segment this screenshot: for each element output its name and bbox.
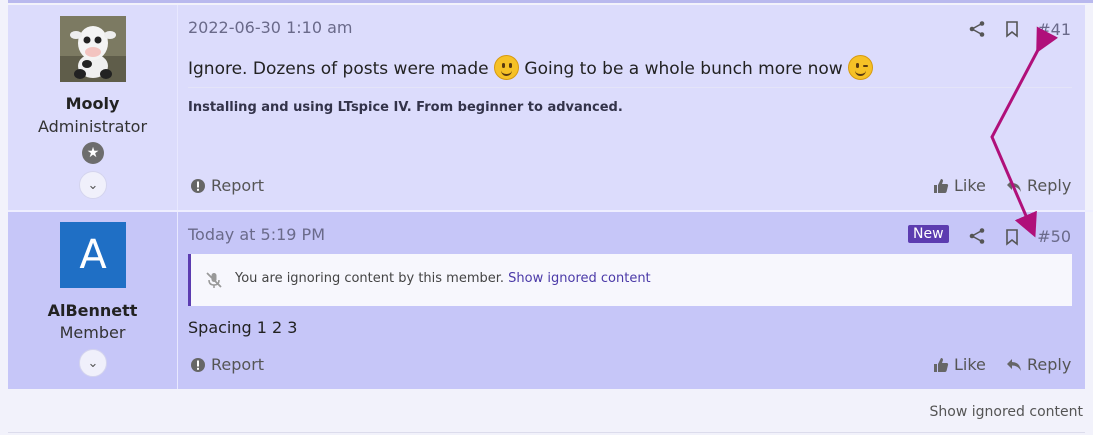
like-label: Like — [954, 355, 986, 374]
ignored-notice-text: You are ignoring content by this member.… — [235, 271, 651, 286]
post-number[interactable]: #41 — [1037, 20, 1071, 39]
chevron-down-icon[interactable]: ⌄ — [79, 171, 107, 199]
post-date[interactable]: 2022-06-30 1:10 am — [188, 18, 352, 37]
chevron-down-icon[interactable]: ⌄ — [79, 349, 107, 377]
post-50: A AlBennett Member ⌄ Today at 5:19 PM Ne… — [8, 212, 1085, 389]
bookmark-icon[interactable] — [1003, 228, 1021, 246]
new-badge: New — [908, 225, 949, 243]
post-41: Mooly Administrator ★ ⌄ 2022-06-30 1:10 … — [8, 5, 1085, 210]
message-body: Spacing 1 2 3 — [188, 318, 298, 337]
message-body: Ignore. Dozens of posts were made Going … — [188, 55, 874, 80]
report-label: Report — [211, 355, 265, 374]
thumbs-up-icon — [934, 357, 949, 372]
share-icon[interactable] — [968, 20, 986, 38]
mute-icon — [206, 272, 222, 288]
avatar[interactable] — [60, 16, 126, 82]
reply-icon — [1007, 358, 1021, 371]
reply-button[interactable]: Reply — [1006, 176, 1071, 195]
share-icon[interactable] — [968, 227, 986, 245]
ignored-notice: You are ignoring content by this member.… — [188, 254, 1072, 306]
ignored-message: You are ignoring content by this member. — [235, 271, 505, 286]
report-button[interactable]: Report — [190, 355, 264, 374]
message-text: Ignore. Dozens of posts were made — [188, 59, 495, 79]
reply-icon — [1007, 179, 1021, 192]
reply-label: Reply — [1027, 176, 1072, 195]
divider — [8, 432, 1085, 433]
report-label: Report — [211, 176, 265, 195]
post-number[interactable]: #50 — [1037, 227, 1071, 246]
bookmark-icon[interactable] — [1003, 20, 1021, 38]
message-text: Going to be a whole bunch more now — [519, 59, 849, 79]
thumbs-up-icon — [934, 178, 949, 193]
signature[interactable]: Installing and using LTspice IV. From be… — [188, 100, 623, 115]
report-button[interactable]: Report — [190, 176, 264, 195]
like-button[interactable]: Like — [933, 355, 986, 374]
reply-button[interactable]: Reply — [1006, 355, 1071, 374]
avatar[interactable]: A — [60, 222, 126, 288]
like-label: Like — [954, 176, 986, 195]
wink-emoji — [848, 55, 874, 80]
star-icon: ★ — [82, 142, 104, 164]
username[interactable]: Mooly — [8, 94, 177, 113]
show-ignored-content-link[interactable]: Show ignored content — [508, 271, 650, 286]
post-date[interactable]: Today at 5:19 PM — [188, 225, 325, 244]
reply-label: Reply — [1027, 355, 1072, 374]
user-title: Member — [59, 323, 126, 342]
like-button[interactable]: Like — [933, 176, 986, 195]
smile-emoji — [494, 55, 520, 80]
username[interactable]: AlBennett — [8, 301, 177, 320]
user-title: Administrator — [37, 117, 148, 136]
report-icon — [191, 178, 205, 193]
signature-divider — [188, 87, 1072, 88]
show-ignored-content-button[interactable]: Show ignored content — [930, 404, 1083, 420]
thread: Mooly Administrator ★ ⌄ 2022-06-30 1:10 … — [8, 0, 1093, 390]
user-cell: A AlBennett Member ⌄ — [8, 212, 178, 389]
report-icon — [191, 357, 205, 372]
user-cell: Mooly Administrator ★ ⌄ — [8, 5, 178, 210]
divider — [8, 0, 1093, 3]
